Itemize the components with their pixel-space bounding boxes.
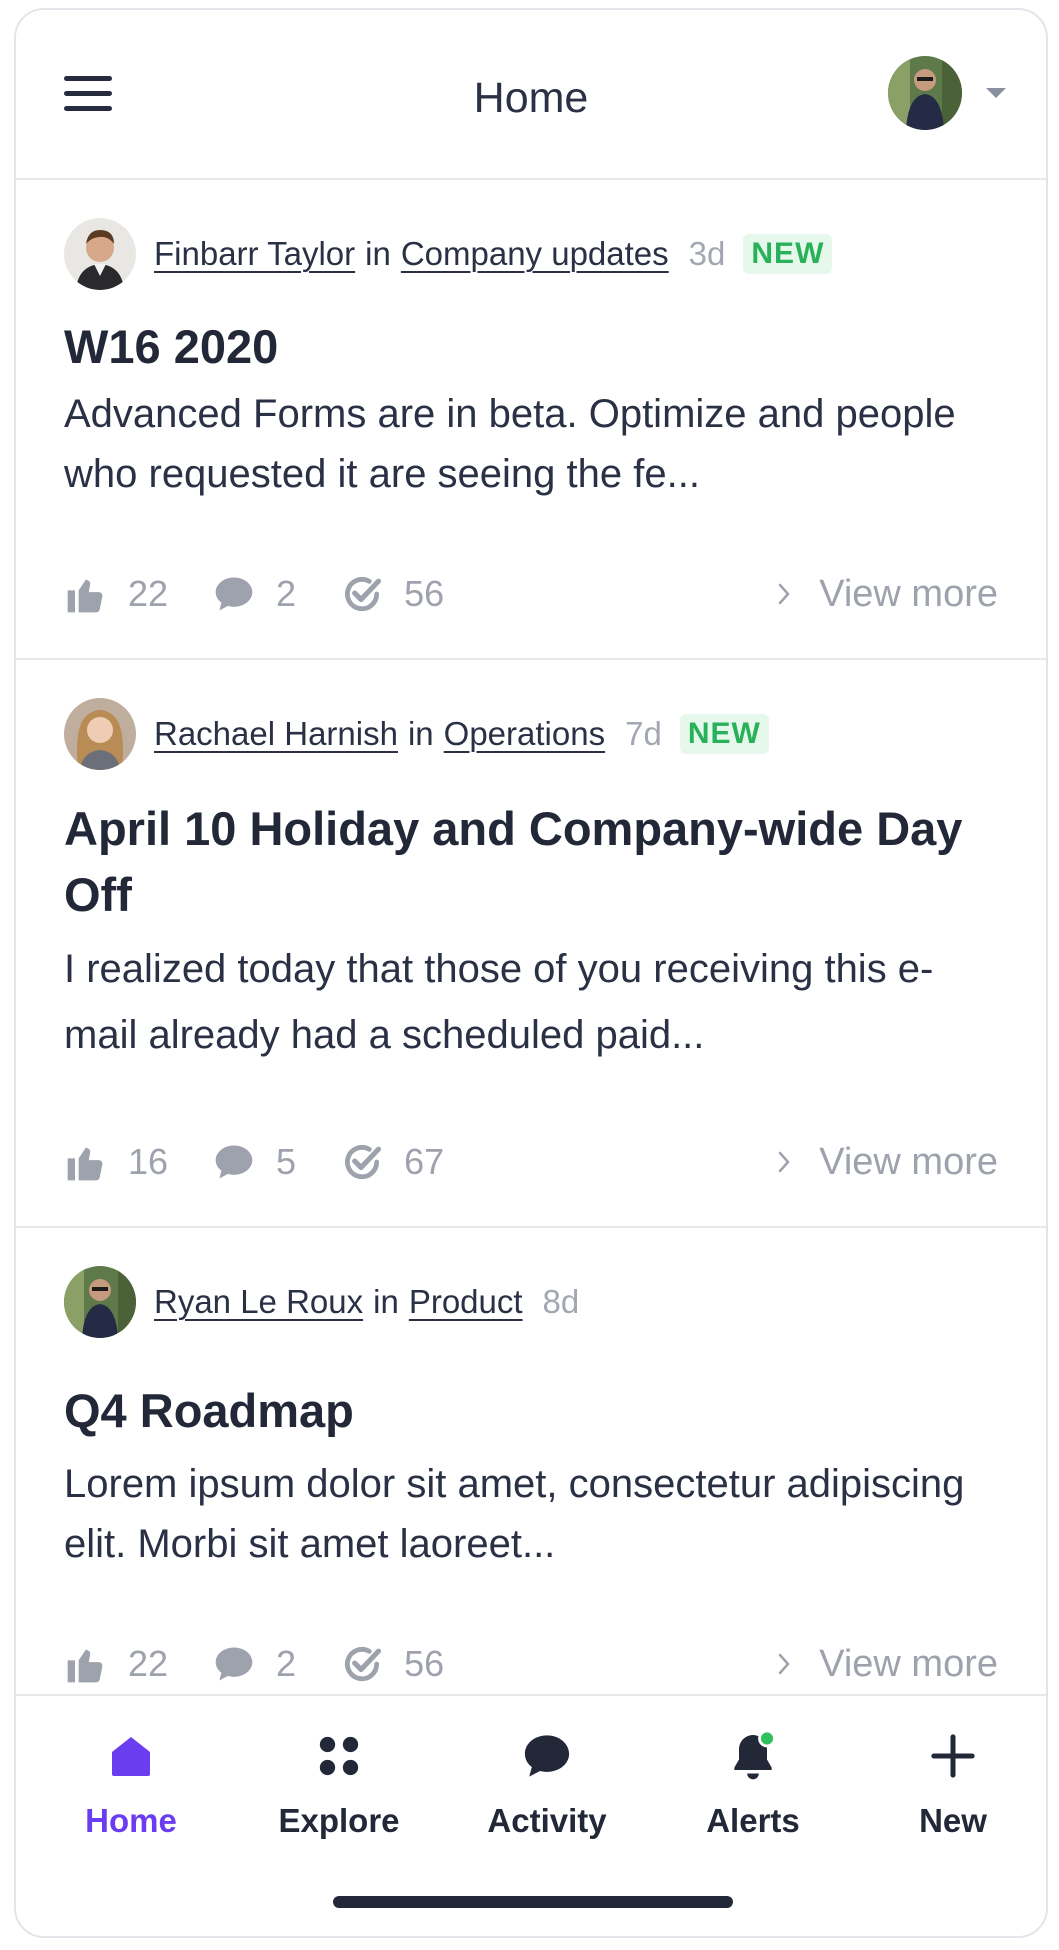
- new-badge: NEW: [743, 234, 833, 274]
- comment-icon: [215, 1145, 253, 1179]
- activity-icon: [524, 1735, 570, 1777]
- author-avatar: [64, 1266, 136, 1338]
- account-menu-button[interactable]: [876, 56, 1006, 132]
- like-count: 22: [128, 1643, 169, 1684]
- post-card[interactable]: Finbarr Taylor in Company updates 3d NEW…: [16, 180, 1046, 660]
- in-text: in: [365, 235, 391, 272]
- post-title[interactable]: April 10 Holiday and Company-wide Day Of…: [64, 796, 998, 928]
- bell-icon: [734, 1729, 776, 1780]
- thumbs-up-icon: [67, 579, 103, 613]
- in-text: in: [373, 1283, 399, 1320]
- nav-label: Alerts: [706, 1802, 800, 1839]
- comment-count: 5: [276, 1141, 297, 1182]
- post-stats: 16 5 67 View more: [64, 1132, 998, 1192]
- author-avatar: [64, 698, 136, 770]
- comment-icon: [215, 1647, 253, 1681]
- thumbs-up-icon: [67, 1147, 103, 1181]
- like-count: 16: [128, 1141, 169, 1182]
- comment-count: 2: [276, 1643, 297, 1684]
- nav-label: Home: [85, 1802, 177, 1839]
- view-more-link[interactable]: View more: [777, 573, 998, 616]
- seen-stat[interactable]: 56: [340, 1642, 444, 1686]
- view-more-link[interactable]: View more: [777, 1141, 998, 1184]
- seen-count: 67: [404, 1141, 445, 1182]
- post-excerpt: Advanced Forms are in beta. Optimize and…: [64, 392, 956, 496]
- channel-link[interactable]: Operations: [444, 715, 605, 753]
- check-circle-icon: [345, 1647, 382, 1682]
- channel-link[interactable]: Product: [409, 1283, 523, 1321]
- view-more-link[interactable]: View more: [777, 1643, 998, 1686]
- post-excerpt: Lorem ipsum dolor sit amet, consectetur …: [64, 1462, 965, 1566]
- nav-explore[interactable]: Explore: [254, 1724, 424, 1840]
- comment-stat[interactable]: 2: [212, 572, 296, 616]
- author-link[interactable]: Finbarr Taylor: [154, 235, 355, 273]
- post-stats: 22 2 56 View more: [64, 1634, 998, 1694]
- bottom-nav: Home Explore Activity Alerts New: [16, 1694, 1046, 1936]
- seen-stat[interactable]: 56: [340, 572, 444, 616]
- in-text: in: [407, 715, 434, 752]
- nav-new[interactable]: New: [868, 1724, 1038, 1840]
- comment-stat[interactable]: 5: [212, 1140, 296, 1184]
- view-more-label: View more: [819, 1642, 998, 1685]
- like-stat[interactable]: 22: [64, 572, 168, 616]
- chevron-right-icon: [778, 583, 790, 605]
- nav-label: Explore: [278, 1802, 400, 1839]
- explore-icon: [319, 1736, 359, 1776]
- post-meta: Rachael Harnish in Operations 7d NEW: [64, 698, 769, 770]
- nav-label: Activity: [487, 1802, 607, 1839]
- comment-stat[interactable]: 2: [212, 1642, 296, 1686]
- post-stats: 22 2 56 View more: [64, 564, 998, 624]
- check-circle-icon: [345, 1145, 382, 1180]
- plus-icon: [931, 1734, 975, 1778]
- home-icon: [112, 1737, 150, 1776]
- seen-stat[interactable]: 67: [340, 1140, 444, 1184]
- author-link[interactable]: Rachael Harnish: [154, 715, 398, 753]
- nav-alerts[interactable]: Alerts: [668, 1724, 838, 1840]
- user-avatar: [888, 56, 962, 130]
- post-card[interactable]: Ryan Le Roux in Product 8d Q4 Roadmap Lo…: [16, 1228, 1046, 1710]
- post-excerpt: I realized today that those of you recei…: [64, 947, 934, 1057]
- like-count: 22: [128, 573, 169, 614]
- post-title[interactable]: Q4 Roadmap: [64, 1378, 998, 1444]
- post-time: 3d: [688, 235, 726, 272]
- chevron-right-icon: [778, 1653, 790, 1675]
- like-stat[interactable]: 16: [64, 1140, 168, 1184]
- post-meta: Ryan Le Roux in Product 8d: [64, 1266, 579, 1338]
- thumbs-up-icon: [67, 1649, 103, 1683]
- view-more-label: View more: [819, 1140, 998, 1183]
- check-circle-icon: [345, 577, 382, 612]
- post-meta: Finbarr Taylor in Company updates 3d NEW: [64, 218, 833, 290]
- comment-count: 2: [276, 573, 297, 614]
- post-title[interactable]: W16 2020: [64, 314, 998, 380]
- nav-home[interactable]: Home: [46, 1724, 216, 1840]
- new-badge: NEW: [679, 714, 769, 754]
- post-time: 8d: [542, 1283, 580, 1320]
- top-bar: Home: [16, 10, 1046, 180]
- channel-link[interactable]: Company updates: [401, 235, 669, 273]
- chevron-right-icon: [778, 1151, 790, 1173]
- home-indicator[interactable]: [333, 1896, 733, 1908]
- nav-label: New: [919, 1802, 987, 1839]
- author-link[interactable]: Ryan Le Roux: [154, 1283, 363, 1321]
- post-time: 7d: [625, 715, 662, 752]
- comment-icon: [215, 577, 253, 611]
- post-card[interactable]: Rachael Harnish in Operations 7d NEW Apr…: [16, 660, 1046, 1228]
- seen-count: 56: [404, 573, 445, 614]
- view-more-label: View more: [819, 572, 998, 615]
- author-avatar: [64, 218, 136, 290]
- caret-down-icon: [986, 88, 1006, 98]
- like-stat[interactable]: 22: [64, 1642, 168, 1686]
- app-frame: Home Finbarr Taylor in Company updates 3…: [14, 8, 1048, 1938]
- nav-activity[interactable]: Activity: [462, 1724, 632, 1840]
- seen-count: 56: [404, 1643, 445, 1684]
